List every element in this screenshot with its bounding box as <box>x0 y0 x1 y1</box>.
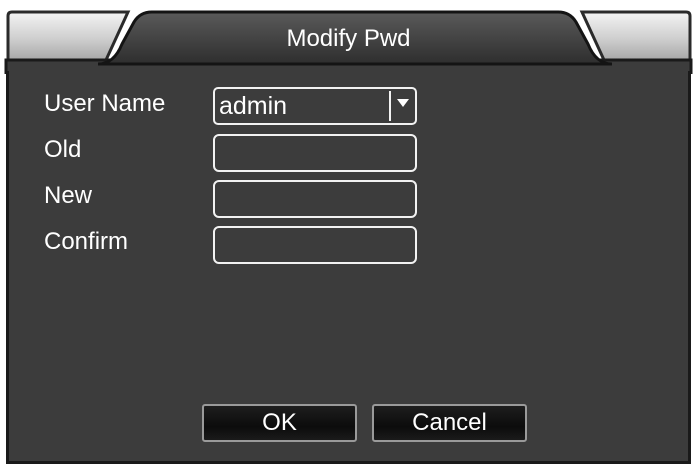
ok-button[interactable]: OK <box>202 404 357 442</box>
confirm-password-label: Confirm <box>44 228 129 255</box>
new-password-label: New <box>44 182 93 209</box>
user-name-select[interactable]: admin <box>213 87 417 125</box>
modify-password-dialog: Modify Pwd User Name admin Old New Confi… <box>0 0 697 466</box>
confirm-password-field[interactable] <box>213 226 417 264</box>
cancel-button[interactable]: Cancel <box>372 404 527 442</box>
new-password-field[interactable] <box>213 180 417 218</box>
chevron-down-icon[interactable] <box>397 99 409 107</box>
old-password-field[interactable] <box>213 134 417 172</box>
user-name-label: User Name <box>44 90 166 117</box>
dialog-title: Modify Pwd <box>286 25 411 52</box>
old-password-label: Old <box>44 136 82 163</box>
select-divider <box>389 91 391 121</box>
user-name-value: admin <box>219 92 288 120</box>
